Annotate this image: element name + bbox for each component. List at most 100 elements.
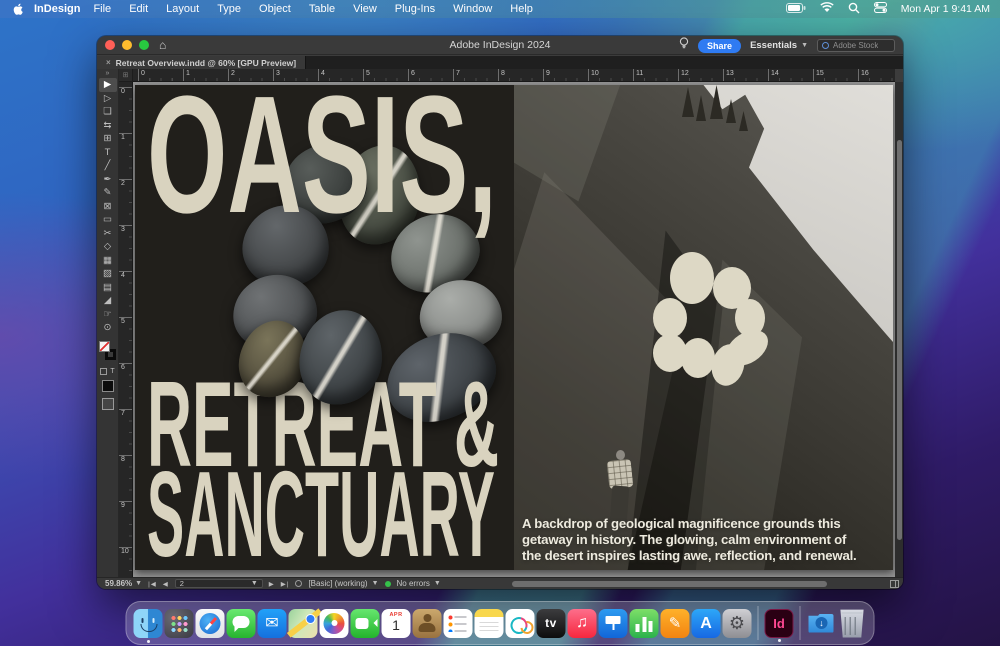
hand-tool-icon[interactable]: ☞ [99, 308, 117, 322]
gap-tool-icon[interactable]: ⇆ [99, 119, 117, 133]
search-icon[interactable] [848, 2, 860, 17]
minimize-window-button[interactable] [122, 40, 132, 50]
page-spread[interactable]: OASIS, RETREAT & SANCTUARY [135, 85, 893, 570]
dock-item-safari[interactable] [196, 609, 225, 638]
battery-icon[interactable] [786, 3, 806, 16]
calendar-day-label: 1 [392, 618, 400, 633]
pen-tool-icon[interactable]: ✒ [99, 173, 117, 187]
dock-item-launchpad[interactable] [165, 609, 194, 638]
dock-item-trash[interactable] [838, 609, 867, 638]
formatting-toggle[interactable]: T [100, 368, 114, 375]
frame-tool-icon[interactable]: ⊠ [99, 200, 117, 214]
zoom-window-button[interactable] [139, 40, 149, 50]
dock-item-mail[interactable] [258, 609, 287, 638]
vertical-scrollbar[interactable] [895, 82, 903, 577]
menu-bar-clock[interactable]: Mon Apr 1 9:41 AM [901, 3, 990, 15]
last-page-button[interactable]: ▶| [281, 580, 290, 588]
eyedropper-tool-icon[interactable]: ◢ [99, 294, 117, 308]
dock-item-notes[interactable] [475, 609, 504, 638]
dock-item-music[interactable] [568, 609, 597, 638]
document-canvas[interactable]: OASIS, RETREAT & SANCTUARY [133, 82, 895, 577]
direct-selection-tool-icon[interactable]: ▷ [99, 92, 117, 106]
vertical-scrollbar-thumb[interactable] [897, 140, 902, 540]
page-tool-icon[interactable]: ❏ [99, 105, 117, 119]
gradient-tool-icon[interactable]: ▦ [99, 254, 117, 268]
menu-item[interactable]: View [344, 3, 386, 15]
dock-item-facetime[interactable] [351, 609, 380, 638]
zoom-tool-icon[interactable]: ⊙ [99, 321, 117, 335]
note-tool-icon[interactable]: ▤ [99, 281, 117, 295]
rectangle-tool-icon[interactable]: ▭ [99, 213, 117, 227]
horizontal-scrollbar-thumb[interactable] [512, 581, 827, 587]
pencil-tool-icon[interactable]: ✎ [99, 186, 117, 200]
vertical-ruler[interactable]: 012345678910 [119, 82, 133, 577]
lightbulb-icon[interactable] [679, 37, 689, 55]
apply-color-button[interactable] [102, 380, 114, 392]
menu-item[interactable]: Edit [120, 3, 157, 15]
menu-item[interactable]: Type [208, 3, 250, 15]
dock-item-numbers[interactable] [630, 609, 659, 638]
menu-item[interactable]: File [84, 3, 120, 15]
next-page-button[interactable]: ▶ [269, 580, 275, 588]
fill-swatch-none[interactable] [99, 341, 110, 352]
error-status-dropdown[interactable]: No errors▼ [397, 579, 441, 588]
page-left[interactable]: OASIS, RETREAT & SANCTUARY [135, 85, 514, 570]
preflight-icon[interactable] [295, 580, 302, 587]
screen-mode-button[interactable] [102, 398, 114, 410]
scissors-tool-icon[interactable]: ✂ [99, 227, 117, 241]
dock-item-calendar[interactable]: APR1 [382, 609, 411, 638]
type-tool-icon[interactable]: T [99, 146, 117, 160]
workspace-switcher[interactable]: Essentials▼ [750, 40, 808, 51]
horizontal-ruler[interactable]: 01234567891011121314151617 [133, 69, 895, 82]
preflight-profile-dropdown[interactable]: [Basic] (working)▼ [308, 579, 378, 588]
container-format-icon[interactable] [100, 368, 107, 375]
dock-item-messages[interactable] [227, 609, 256, 638]
menu-item[interactable]: Table [300, 3, 344, 15]
tab-close-icon[interactable]: × [106, 58, 111, 67]
dock-item-appstore[interactable] [692, 609, 721, 638]
ruler-label: 9 [543, 69, 588, 79]
content-collector-tool-icon[interactable]: ⊞ [99, 132, 117, 146]
menu-item[interactable]: Plug-Ins [386, 3, 444, 15]
dock-item-tv[interactable]: tv [537, 609, 566, 638]
adobe-stock-search[interactable]: Adobe Stock [817, 39, 895, 52]
gradient-feather-tool-icon[interactable]: ▨ [99, 267, 117, 281]
home-icon[interactable]: ⌂ [159, 39, 166, 51]
dock-item-keynote[interactable] [599, 609, 628, 638]
menu-item[interactable]: Help [501, 3, 542, 15]
ruler-origin-corner[interactable]: ⊞ [119, 69, 133, 82]
split-pane-icon[interactable] [890, 580, 899, 588]
dock-item-maps[interactable] [289, 609, 318, 638]
dock-item-settings[interactable] [723, 609, 752, 638]
window-title-bar[interactable]: ⌂ Adobe InDesign 2024 Share Essentials▼ … [97, 36, 903, 55]
wifi-icon[interactable] [820, 2, 834, 16]
previous-page-button[interactable]: ◀ [163, 580, 169, 588]
menu-app-name[interactable]: InDesign [34, 3, 80, 15]
free-transform-tool-icon[interactable]: ◇ [99, 240, 117, 254]
share-button[interactable]: Share [698, 39, 741, 53]
dock-item-finder[interactable] [134, 609, 163, 638]
control-center-icon[interactable] [874, 2, 887, 16]
fill-stroke-swatches[interactable] [99, 341, 117, 363]
menu-item[interactable]: Object [250, 3, 300, 15]
line-tool-icon[interactable]: ╱ [99, 159, 117, 173]
toolbar-collapse-icon[interactable]: » [106, 70, 110, 78]
dock-item-downloads[interactable] [807, 609, 836, 638]
page-number-dropdown[interactable]: 2▼ [175, 579, 263, 588]
dock-item-freeform[interactable] [506, 609, 535, 638]
dock-item-photos[interactable] [320, 609, 349, 638]
dock-item-contacts[interactable] [413, 609, 442, 638]
menu-item[interactable]: Window [444, 3, 501, 15]
first-page-button[interactable]: |◀ [148, 580, 157, 588]
zoom-level-dropdown[interactable]: 59.86%▼ [105, 579, 142, 588]
dock-item-indesign[interactable]: Id [765, 609, 794, 638]
dock-item-reminders[interactable] [444, 609, 473, 638]
document-tab[interactable]: × Retreat Overview.indd @ 60% [GPU Previ… [97, 56, 306, 69]
selection-tool-icon[interactable]: ▶ [99, 78, 117, 92]
dock-item-pages[interactable] [661, 609, 690, 638]
ruler-label: 7 [453, 69, 498, 79]
page-right[interactable]: A backdrop of geological magnificence gr… [514, 85, 893, 570]
apple-menu-icon[interactable] [10, 3, 26, 16]
close-window-button[interactable] [105, 40, 115, 50]
menu-item[interactable]: Layout [157, 3, 208, 15]
